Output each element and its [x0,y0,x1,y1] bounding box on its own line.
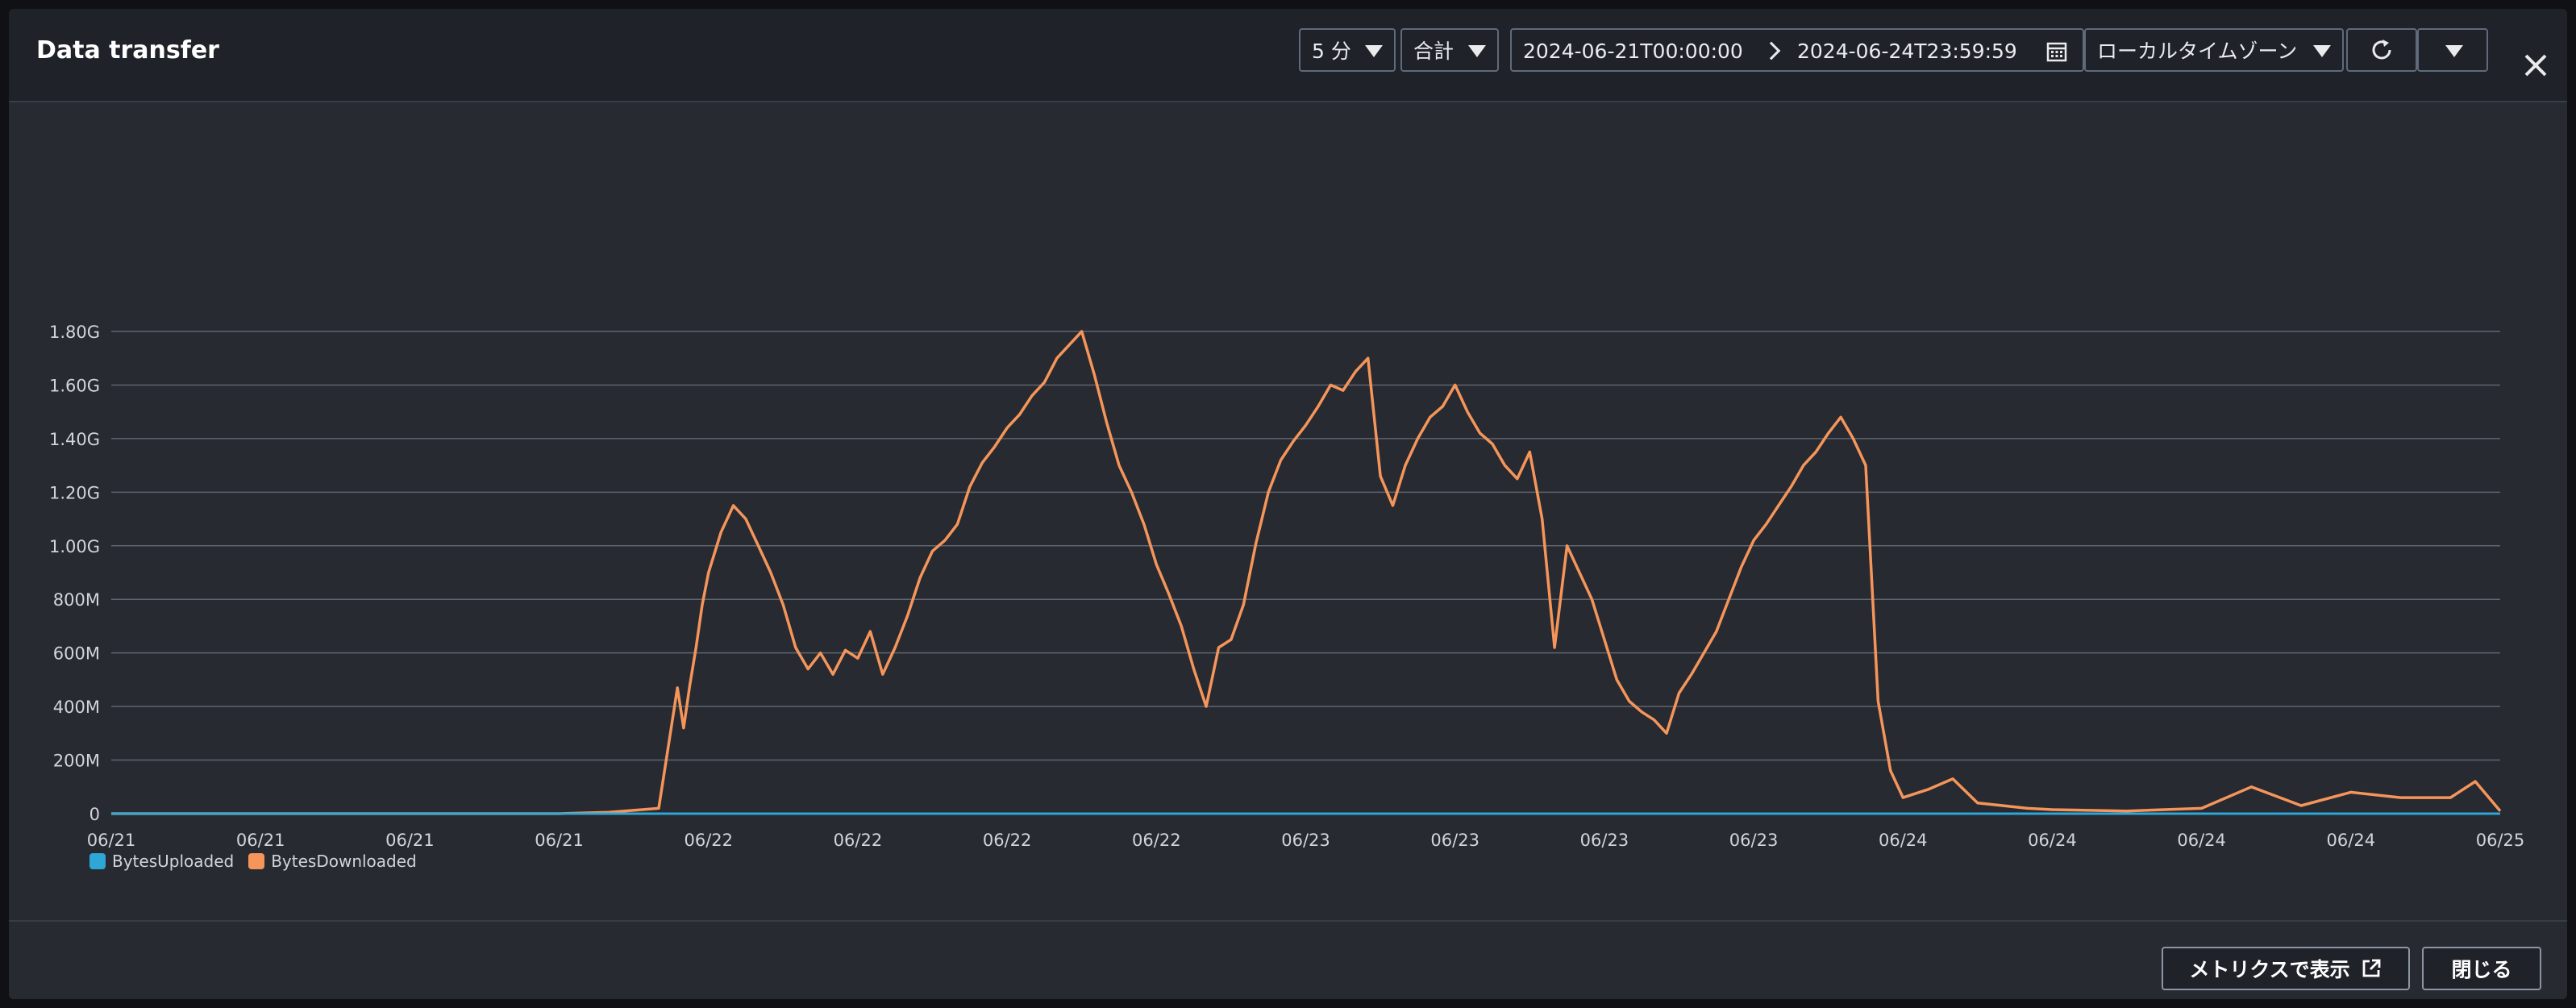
refresh-icon [2372,40,2391,60]
close-button[interactable]: 閉じる [2422,947,2541,990]
x-tick-label: 06/24 [2028,831,2077,850]
x-tick-label: 06/23 [1281,831,1330,850]
y-tick-label: 0 [89,805,100,824]
caret-down-icon [2445,45,2463,57]
modal-header: Data transfer 5 分 合計 2024-06-21T00:00:00… [9,9,2567,102]
x-tick-label: 06/22 [684,831,733,850]
x-axis-ticks: 06/21 06/21 06/21 06/21 06/22 06/22 06/22 06/22… [87,831,2525,850]
close-icon[interactable] [2521,51,2550,80]
y-tick-label: 800M [53,590,100,610]
date-range-picker[interactable]: 2024-06-21T00:00:00 2024-06-24T23:59:59 [1510,28,2084,72]
refresh-button[interactable] [2346,28,2417,72]
x-tick-label: 06/25 [2476,831,2525,850]
chart-series [111,330,2502,815]
data-transfer-modal: Data transfer 5 分 合計 2024-06-21T00:00:00… [9,9,2567,999]
x-tick-label: 06/21 [385,831,435,850]
legend-item-downloaded[interactable]: BytesDownloaded [248,852,417,871]
caret-down-icon [1365,45,1383,57]
timezone-value: ローカルタイムゾーン [2097,40,2298,63]
legend-item-uploaded[interactable]: BytesUploaded [89,852,234,871]
period-select[interactable]: 5 分 [1299,28,1396,72]
x-tick-label: 06/23 [1430,831,1479,850]
chart-legend: BytesUploaded BytesDownloaded [89,852,431,871]
x-tick-label: 06/24 [1879,831,1928,850]
x-tick-label: 06/21 [535,831,584,850]
x-tick-label: 06/23 [1580,831,1629,850]
x-tick-label: 06/22 [983,831,1032,850]
series-line-BytesDownloaded [111,330,2502,815]
external-link-icon [2362,959,2381,977]
y-tick-label: 1.80G [49,323,100,342]
legend-swatch-downloaded [248,853,265,869]
statistic-value: 合計 [1413,40,1454,63]
y-tick-label: 600M [53,644,100,664]
close-button-label: 閉じる [2451,958,2512,981]
data-transfer-chart: 0 200M 400M 600M 800M 1.00G 1.20G 1.40G 1.60G 1.8… [49,323,2525,850]
legend-label-downloaded: BytesDownloaded [271,852,417,871]
y-tick-label: 1.40G [49,430,100,449]
view-in-metrics-label: メトリクスで表示 [2189,958,2350,981]
y-tick-label: 1.20G [49,483,100,502]
x-tick-label: 06/24 [2327,831,2376,850]
more-options-button[interactable] [2417,28,2488,72]
caret-down-icon [1468,45,1486,57]
x-tick-label: 06/23 [1729,831,1779,850]
caret-down-icon [2313,45,2331,57]
y-tick-label: 400M [53,698,100,717]
grid-lines [111,331,2500,814]
x-tick-label: 06/22 [834,831,883,850]
calendar-icon[interactable] [2046,41,2067,62]
y-axis-ticks: 0 200M 400M 600M 800M 1.00G 1.20G 1.40G 1.60G 1.8… [49,323,100,824]
y-tick-label: 200M [53,752,100,771]
x-tick-label: 06/21 [236,831,285,850]
modal-footer: メトリクスで表示 閉じる [9,920,2567,999]
y-tick-label: 1.60G [49,376,100,395]
y-tick-label: 1.00G [49,537,100,556]
legend-label-uploaded: BytesUploaded [112,852,235,871]
statistic-select[interactable]: 合計 [1400,28,1499,72]
chevron-right-icon [1762,41,1781,60]
date-range-start: 2024-06-21T00:00:00 [1523,40,1743,63]
x-tick-label: 06/24 [2177,831,2226,850]
date-range-end: 2024-06-24T23:59:59 [1797,40,2017,63]
legend-swatch-uploaded [89,853,106,869]
view-in-metrics-button[interactable]: メトリクスで表示 [2162,947,2410,990]
modal-title: Data transfer [36,36,219,65]
period-value: 5 分 [1312,40,1351,63]
timezone-select[interactable]: ローカルタイムゾーン [2084,28,2344,72]
x-tick-label: 06/21 [87,831,136,850]
x-tick-label: 06/22 [1132,831,1181,850]
